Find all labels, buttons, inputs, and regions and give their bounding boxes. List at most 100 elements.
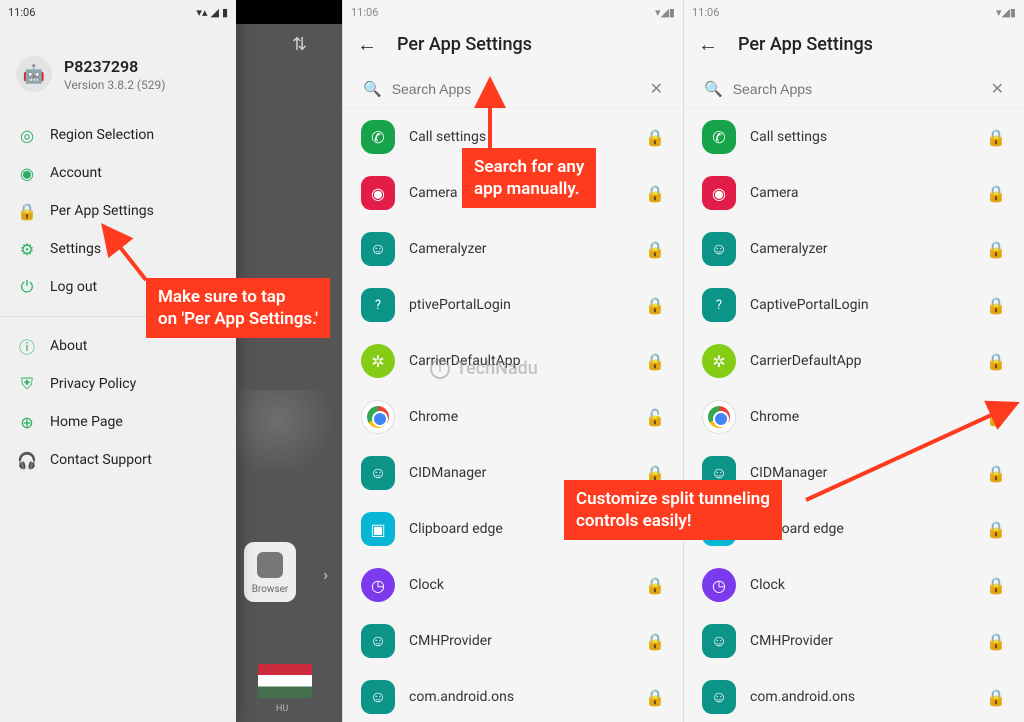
app-row[interactable]: CaptivePortalLogin 🔒 [684,277,1024,333]
app-icon [361,288,395,322]
lock-closed-icon[interactable]: 🔒 [986,128,1006,147]
lock-open-icon[interactable]: 🔓 [986,408,1006,427]
app-row[interactable]: ☺ com.android.ons 🔒 [343,669,683,722]
annotation-callout-2: Search for any app manually. [462,148,596,208]
app-name-label: Cameralyzer [750,241,972,257]
chevron-right-icon[interactable]: › [323,565,328,584]
search-input[interactable] [733,81,981,97]
lock-closed-icon[interactable]: 🔒 [986,184,1006,203]
pin-icon: ◎ [18,126,36,144]
app-name-label: Chrome [750,409,972,425]
back-arrow-icon[interactable]: ← [357,32,377,57]
lock-closed-icon[interactable]: 🔒 [645,240,665,259]
status-icons: ▾▴ ◢ ▮ [196,6,228,19]
clear-icon[interactable]: ✕ [650,79,663,98]
clear-icon[interactable]: ✕ [991,79,1004,98]
app-row[interactable]: Chrome🔓 [343,389,683,445]
shield-icon: ⛨ [18,375,36,393]
app-name-label: com.android.ons [409,689,631,705]
app-icon: ◷ [361,568,395,602]
app-name-label: CIDManager [750,465,972,481]
app-logo-icon: 🤖 [16,56,52,92]
app-row[interactable]: ☺CMHProvider🔒 [343,613,683,669]
nav-support[interactable]: 🎧 Contact Support [0,441,236,479]
callout-line: app manually. [474,179,579,199]
app-row[interactable]: ☺CMHProvider🔒 [684,613,1024,669]
wifi-icon: ▾▴ [196,6,207,19]
app-row[interactable]: ☺Cameralyzer🔒 [684,221,1024,277]
callout-line: Make sure to tap [158,287,286,307]
lock-closed-icon[interactable]: 🔒 [645,576,665,595]
app-row[interactable]: ☺com.android.ons🔒 [684,669,1024,722]
status-icons: ▾◢▮ [996,6,1016,19]
app-icon: ✲ [702,344,736,378]
app-row[interactable]: ◷Clock🔒 [684,557,1024,613]
lock-closed-icon[interactable]: 🔒 [645,128,665,147]
nav-privacy[interactable]: ⛨ Privacy Policy [0,365,236,403]
swap-icon[interactable]: ⇅ [292,34,322,64]
lock-closed-icon[interactable]: 🔒 [986,632,1006,651]
username: P8237298 [64,57,165,76]
app-icon: ✆ [702,120,736,154]
search-input[interactable] [392,81,640,97]
nav-label: Log out [50,279,97,295]
app-icon: ✆ [361,120,395,154]
app-icon: ◉ [361,176,395,210]
app-icon: ◷ [702,568,736,602]
app-icon: ▣ [361,512,395,546]
app-name-label: com.android.ons [750,689,972,705]
nav-per-app-settings[interactable]: 🔒 Per App Settings [0,192,236,230]
panel-apps-2: 11:06 ▾◢▮ ← Per App Settings 🔍 ✕ ✆Call s… [683,0,1024,722]
lock-closed-icon[interactable]: 🔒 [645,296,665,315]
nav-label: Settings [50,241,101,257]
lock-closed-icon[interactable]: 🔒 [986,520,1006,539]
lock-closed-icon[interactable]: 🔒 [986,464,1006,483]
callout-line: controls easily! [576,511,691,531]
browser-tile[interactable]: Browser [244,542,296,602]
nav-settings[interactable]: ⚙ Settings [0,230,236,268]
lock-closed-icon[interactable]: 🔒 [986,576,1006,595]
app-row[interactable]: ◉Camera🔒 [684,165,1024,221]
globe-icon: ⊕ [18,413,36,431]
lock-closed-icon[interactable]: 🔒 [986,296,1006,315]
lock-closed-icon[interactable]: 🔒 [986,688,1006,707]
app-row[interactable]: ☺Cameralyzer🔒 [343,221,683,277]
app-row[interactable]: ✲CarrierDefaultApp🔒 [684,333,1024,389]
back-arrow-icon[interactable]: ← [698,32,718,57]
nav-region-selection[interactable]: ◎ Region Selection [0,116,236,154]
nav-label: Region Selection [50,127,154,143]
lock-closed-icon[interactable]: 🔒 [986,352,1006,371]
app-icon: ☺ [361,680,395,714]
status-time: 11:06 [692,6,719,19]
status-bar: 11:06 ▾◢▮ [343,0,683,24]
callout-line: on 'Per App Settings.' [158,309,318,329]
app-row[interactable]: ✆ Call settings 🔒 [684,109,1024,165]
status-icons: ▾◢▮ [655,6,675,19]
nav-home[interactable]: ⊕ Home Page [0,403,236,441]
watermark-text: TechNadu [456,358,538,379]
signal-icon: ◢ [210,6,218,19]
app-icon: ☺ [702,624,736,658]
lock-closed-icon[interactable]: 🔒 [645,352,665,371]
lock-open-icon[interactable]: 🔓 [645,408,665,427]
app-name-label: ptivePortalLogin [409,297,631,313]
status-bar: 11:06 ▾▴ ◢ ▮ [0,0,236,24]
app-icon [361,400,395,434]
app-row[interactable]: ptivePortalLogin 🔒 [343,277,683,333]
account-icon: ◉ [18,164,36,182]
app-row[interactable]: Chrome 🔓 [684,389,1024,445]
nav-label: Privacy Policy [50,376,136,392]
lock-closed-icon[interactable]: 🔒 [645,184,665,203]
nav-drawer: 11:06 ▾▴ ◢ ▮ 🤖 P8237298 Version 3.8.2 (5… [0,0,236,722]
nav-account[interactable]: ◉ Account [0,154,236,192]
app-name-label: Clock [409,577,631,593]
callout-line: Search for any [474,157,584,177]
info-icon: ⓘ [18,337,36,355]
flag-hungary[interactable] [258,664,312,698]
lock-closed-icon[interactable]: 🔒 [645,688,665,707]
app-name-label: CaptivePortalLogin [750,297,972,313]
app-name-label: Call settings [750,129,972,145]
lock-closed-icon[interactable]: 🔒 [986,240,1006,259]
app-row[interactable]: ◷ Clock 🔒 [343,557,683,613]
lock-closed-icon[interactable]: 🔒 [645,632,665,651]
